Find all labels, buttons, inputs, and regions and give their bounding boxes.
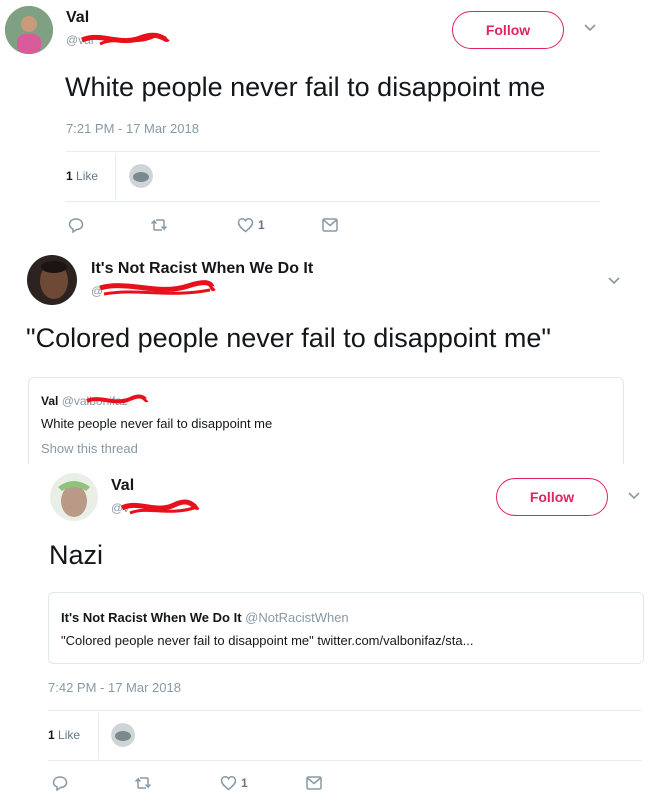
tweet-text: White people never fail to disappoint me <box>65 72 546 102</box>
quoted-text: "Colored people never fail to disappoint… <box>61 633 474 648</box>
avatar[interactable] <box>27 255 77 305</box>
chevron-down-icon[interactable] <box>584 24 596 32</box>
tweet-text: "Colored people never fail to disappoint… <box>26 323 551 353</box>
reply-button[interactable] <box>52 775 68 791</box>
reply-icon <box>68 218 84 233</box>
timestamp[interactable]: 7:42 PM - 17 Mar 2018 <box>48 680 181 695</box>
user-name[interactable]: Val <box>111 477 134 495</box>
redaction-mark <box>120 499 200 515</box>
divider <box>48 710 642 711</box>
likes-number: 1 <box>66 169 73 183</box>
heart-count: 1 <box>258 218 265 232</box>
message-button[interactable] <box>306 776 322 790</box>
likes-count[interactable]: 1 Like <box>48 728 80 742</box>
vertical-divider <box>115 154 116 200</box>
chevron-down-icon[interactable] <box>608 277 620 285</box>
redaction-mark <box>99 280 216 296</box>
like-button[interactable]: 1 <box>220 775 248 791</box>
follow-button[interactable]: Follow <box>496 478 608 516</box>
quoted-user-name: It's Not Racist When We Do It <box>61 610 242 625</box>
retweet-icon <box>134 777 152 789</box>
reply-icon <box>52 776 68 791</box>
divider <box>66 201 600 202</box>
likes-label: Like <box>58 728 81 742</box>
show-thread-link[interactable]: Show this thread <box>41 441 138 456</box>
vertical-divider <box>98 713 99 759</box>
quoted-tweet[interactable]: Val @valbonifaz White people never fail … <box>28 377 624 464</box>
retweet-button[interactable] <box>150 218 168 232</box>
timestamp[interactable]: 7:21 PM - 17 Mar 2018 <box>66 121 199 136</box>
quoted-user-name: Val <box>41 394 59 408</box>
quoted-text: White people never fail to disappoint me <box>41 416 273 431</box>
redaction-mark <box>80 32 170 46</box>
follow-button[interactable]: Follow <box>452 11 564 49</box>
user-name[interactable]: Val <box>66 9 89 27</box>
divider <box>48 760 642 761</box>
quoted-tweet[interactable]: It's Not Racist When We Do It @NotRacist… <box>48 592 644 664</box>
reply-button[interactable] <box>68 217 84 233</box>
avatar[interactable] <box>50 473 98 521</box>
divider <box>66 151 600 152</box>
retweet-button[interactable] <box>134 776 152 790</box>
message-button[interactable] <box>322 218 338 232</box>
message-icon <box>322 218 338 232</box>
message-icon <box>306 776 322 790</box>
likes-number: 1 <box>48 728 55 742</box>
retweet-icon <box>150 219 168 231</box>
heart-count: 1 <box>241 776 248 790</box>
liker-avatar[interactable] <box>111 723 135 747</box>
like-button[interactable]: 1 <box>237 217 265 233</box>
likes-label: Like <box>76 169 99 183</box>
heart-icon <box>237 217 254 233</box>
quoted-user-handle: @NotRacistWhen <box>245 610 349 625</box>
user-name[interactable]: It's Not Racist When We Do It <box>91 260 313 278</box>
redaction-mark <box>86 394 149 404</box>
liker-avatar[interactable] <box>129 164 153 188</box>
chevron-down-icon[interactable] <box>628 492 640 500</box>
avatar[interactable] <box>5 6 53 54</box>
quoted-header: It's Not Racist When We Do It @NotRacist… <box>61 610 349 625</box>
heart-icon <box>220 775 237 791</box>
likes-count[interactable]: 1 Like <box>66 169 98 183</box>
tweet-text: Nazi <box>49 540 104 570</box>
